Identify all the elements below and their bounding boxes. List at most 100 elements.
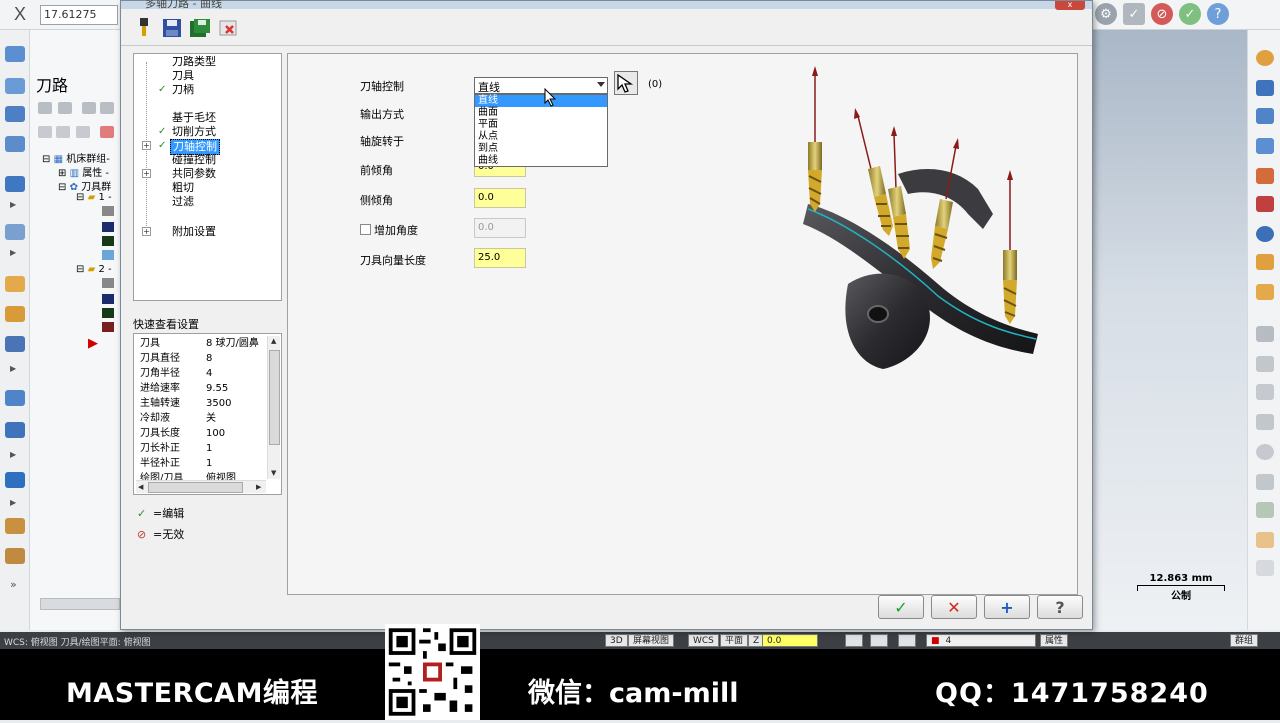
panel-scrollbar[interactable] xyxy=(40,598,120,610)
status-level-field[interactable]: ■ 4 xyxy=(926,634,1036,647)
lock-icon[interactable] xyxy=(38,126,52,138)
tree-item-tool-axis-control[interactable]: + ✓ 刀轴控制 xyxy=(134,139,281,155)
solid-box-icon[interactable] xyxy=(1256,532,1274,548)
grid-icon[interactable] xyxy=(1256,196,1274,212)
status-plane-button[interactable]: 平面 xyxy=(720,634,749,647)
clipboard-check-icon[interactable]: ✓ xyxy=(1123,3,1145,25)
transform-icon[interactable] xyxy=(5,472,25,488)
help-icon[interactable]: ? xyxy=(1207,3,1229,25)
status-3d-button[interactable]: 3D xyxy=(605,634,628,647)
dropdown-option-line[interactable]: 直线 xyxy=(475,95,607,107)
box-icon-2[interactable] xyxy=(5,306,25,322)
delete-icon[interactable] xyxy=(217,17,239,39)
save-icon[interactable] xyxy=(1256,80,1274,96)
expand-arrow-icon[interactable]: ▶ xyxy=(10,498,16,507)
layers-icon[interactable] xyxy=(5,422,25,438)
wireframe-box-icon[interactable] xyxy=(1256,560,1274,576)
tree-item-stock[interactable]: 基于毛坯 xyxy=(134,111,281,125)
deselect-icon[interactable] xyxy=(58,102,72,114)
scroll-right-arrow-icon[interactable]: ▶ xyxy=(256,483,261,491)
insert-arrow-icon[interactable] xyxy=(100,126,114,138)
package-icon-2[interactable] xyxy=(5,548,25,564)
x-coordinate-field[interactable]: 17.61275 xyxy=(40,5,118,25)
axis-control-select[interactable]: 直线 xyxy=(474,77,608,94)
level-icon[interactable] xyxy=(1256,138,1274,154)
expand-arrow-icon[interactable]: ▶ xyxy=(10,248,16,257)
dropdown-option-to-point[interactable]: 到点 xyxy=(475,143,607,155)
regen-dirty-icon[interactable] xyxy=(100,102,114,114)
quick-view-vscrollbar[interactable]: ▲ ▼ xyxy=(267,336,280,479)
dropdown-option-surface[interactable]: 曲面 xyxy=(475,107,607,119)
expand-icon[interactable]: + xyxy=(142,169,151,178)
upload-icon[interactable] xyxy=(5,390,25,406)
regen-icon[interactable] xyxy=(82,102,96,114)
tree-item-linking[interactable]: + 共同参数 xyxy=(134,167,281,181)
toolpath-icon-2[interactable] xyxy=(5,78,25,94)
dropdown-option-from-point[interactable]: 从点 xyxy=(475,131,607,143)
level-color-icon[interactable] xyxy=(1256,168,1274,184)
arc-icon[interactable] xyxy=(1256,474,1274,490)
pen-tool-icon[interactable] xyxy=(5,336,25,352)
expand-arrow-icon[interactable]: ▶ xyxy=(10,450,16,459)
scroll-up-arrow-icon[interactable]: ▲ xyxy=(271,337,276,345)
ok-button[interactable]: ✓ xyxy=(878,595,924,619)
expand-arrow-icon[interactable]: ▶ xyxy=(10,200,16,209)
toolpath-icon-3[interactable] xyxy=(5,106,25,122)
tree-item-collision-control[interactable]: 碰撞控制 xyxy=(134,153,281,167)
dropdown-option-plane[interactable]: 平面 xyxy=(475,119,607,131)
expand-arrow-icon[interactable]: ▶ xyxy=(10,364,16,373)
save-icon[interactable] xyxy=(161,17,183,39)
folder-icon[interactable] xyxy=(1256,284,1274,300)
help-button[interactable]: ? xyxy=(1037,595,1083,619)
select-all-icon[interactable] xyxy=(38,102,52,114)
more-chevron-icon[interactable]: » xyxy=(10,578,17,591)
tree-node-op2[interactable]: ⊟ ▰ 2 - xyxy=(76,264,112,275)
tree-item-holder[interactable]: ✓ 刀柄 xyxy=(134,83,281,97)
status-style-icon[interactable] xyxy=(870,634,888,647)
pen-icon[interactable] xyxy=(133,17,155,39)
layers-icon[interactable] xyxy=(1256,108,1274,124)
scroll-left-arrow-icon[interactable]: ◀ xyxy=(138,483,143,491)
measure-icon[interactable] xyxy=(1256,356,1274,372)
toolpath-icon-4[interactable] xyxy=(5,136,25,152)
package-icon-1[interactable] xyxy=(5,518,25,534)
tree-node-tool-group[interactable]: ⊟ ✿ 刀具群 xyxy=(58,178,111,193)
select-entity-button[interactable] xyxy=(614,71,638,95)
cancel-button[interactable]: ✕ xyxy=(931,595,977,619)
palette-icon[interactable] xyxy=(1256,50,1274,66)
line-icon[interactable] xyxy=(1256,414,1274,430)
tree-item-tool[interactable]: 刀具 xyxy=(134,69,281,83)
settings-gear-icon[interactable]: ⚙ xyxy=(1095,3,1117,25)
dimension-icon[interactable] xyxy=(1256,326,1274,342)
tree-item-roughing[interactable]: 粗切 xyxy=(134,181,281,195)
tree-node-properties[interactable]: ⊞ ▥ 属性 - xyxy=(58,164,109,179)
tree-item-toolpath-type[interactable]: 刀路类型 xyxy=(134,55,281,69)
scroll-thumb[interactable] xyxy=(269,350,280,445)
tool-vector-length-input[interactable]: 25.0 xyxy=(474,248,526,268)
solid-icon-1[interactable] xyxy=(5,176,25,192)
status-groups-button[interactable]: 群组 xyxy=(1230,634,1259,647)
box-icon-1[interactable] xyxy=(5,276,25,292)
status-color-icon[interactable] xyxy=(845,634,863,647)
status-level-icon[interactable] xyxy=(898,634,916,647)
tree-item-additional-settings[interactable]: + 附加设置 xyxy=(134,225,281,239)
toolpath-icon-1[interactable] xyxy=(5,46,25,62)
surface-icon[interactable] xyxy=(1256,502,1274,518)
post-icon[interactable] xyxy=(76,126,90,138)
graphics-viewport[interactable] xyxy=(1092,30,1247,630)
cancel-icon[interactable]: ⊘ xyxy=(1151,3,1173,25)
dialog-close-button[interactable]: x xyxy=(1055,1,1085,10)
side-angle-input[interactable]: 0.0 xyxy=(474,188,526,208)
tree-item-cut-pattern[interactable]: ✓ 切削方式 xyxy=(134,125,281,139)
status-screen-view-button[interactable]: 屏幕视图 xyxy=(628,634,675,647)
pencil-icon[interactable] xyxy=(1256,254,1274,270)
status-wcs-button[interactable]: WCS xyxy=(688,634,719,647)
add-angle-input[interactable]: 0.0 xyxy=(474,218,526,238)
display-icon[interactable] xyxy=(56,126,70,138)
status-z-field[interactable]: 0.0 xyxy=(762,634,818,647)
dropdown-option-curve[interactable]: 曲线 xyxy=(475,155,607,167)
circle-icon[interactable] xyxy=(1256,444,1274,460)
save-all-icon[interactable] xyxy=(189,17,211,39)
point-icon[interactable] xyxy=(1256,384,1274,400)
dropdown-arrow-icon[interactable] xyxy=(597,82,605,87)
